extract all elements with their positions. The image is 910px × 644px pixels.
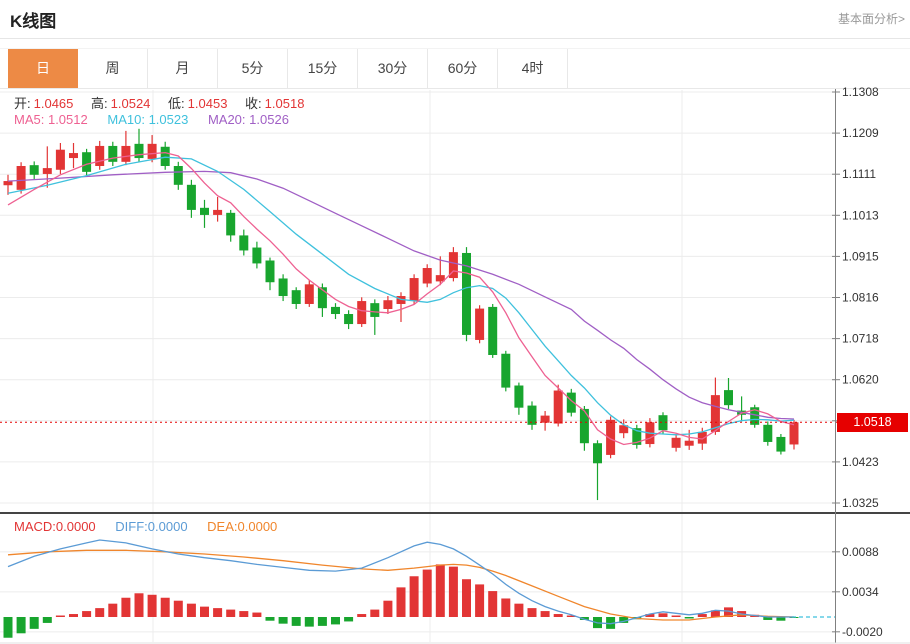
tab-15min[interactable]: 15分	[288, 49, 358, 88]
svg-text:1.0620: 1.0620	[842, 373, 879, 387]
svg-text:1.1111: 1.1111	[842, 167, 876, 181]
svg-text:1.0423: 1.0423	[842, 455, 879, 469]
axis-labels: 1.13081.12091.11111.10131.09151.08161.07…	[832, 85, 883, 639]
tab-30min[interactable]: 30分	[358, 49, 428, 88]
last-price-badge: 1.0518	[837, 413, 908, 432]
svg-text:0.0034: 0.0034	[842, 585, 879, 599]
interval-tab-bar: 日 周 月 5分 15分 30分 60分 4时	[0, 48, 910, 89]
svg-text:1.1013: 1.1013	[842, 208, 879, 222]
page-title: K线图	[10, 7, 56, 32]
fundamental-analysis-link[interactable]: 基本面分析>	[838, 10, 905, 27]
tab-5min[interactable]: 5分	[218, 49, 288, 88]
svg-text:1.0718: 1.0718	[842, 332, 879, 346]
main-chart-area[interactable]	[0, 89, 835, 513]
svg-text:-0.0020: -0.0020	[842, 625, 883, 639]
svg-text:0.0088: 0.0088	[842, 545, 879, 559]
tab-day[interactable]: 日	[8, 49, 78, 88]
svg-text:1.0816: 1.0816	[842, 291, 879, 305]
page-header: K线图 基本面分析>	[0, 0, 910, 39]
macd-chart-area[interactable]	[0, 514, 835, 643]
svg-text:1.1209: 1.1209	[842, 126, 879, 140]
svg-text:1.0915: 1.0915	[842, 249, 879, 263]
svg-text:1.0325: 1.0325	[842, 496, 879, 510]
tab-4hour[interactable]: 4时	[498, 49, 568, 88]
tab-week[interactable]: 周	[78, 49, 148, 88]
tab-month[interactable]: 月	[148, 49, 218, 88]
tab-60min[interactable]: 60分	[428, 49, 498, 88]
